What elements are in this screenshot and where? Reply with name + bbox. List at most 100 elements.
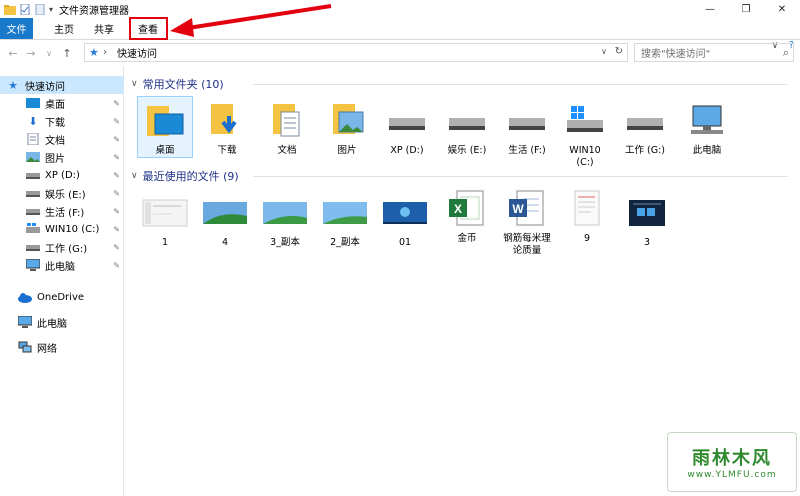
recent-item-4[interactable]: 4 bbox=[197, 192, 253, 249]
word-file-icon: W bbox=[509, 190, 544, 226]
maximize-button[interactable]: ❐ bbox=[728, 0, 764, 18]
tile-label: 9 bbox=[583, 233, 591, 244]
watermark-url: www.YLMFU.com bbox=[687, 470, 777, 480]
tab-file[interactable]: 文件 bbox=[0, 18, 33, 39]
recent-item-2-copy[interactable]: 2_副本 bbox=[317, 192, 373, 249]
tile-label: WIN10 (C:) bbox=[569, 145, 601, 168]
sidebar-item-onedrive[interactable]: OneDrive bbox=[0, 288, 124, 306]
breadcrumb-separator[interactable]: › bbox=[103, 47, 107, 58]
recent-item-01[interactable]: 01 bbox=[377, 192, 433, 249]
sidebar-item-label: 此电脑 bbox=[37, 318, 67, 330]
sidebar-item-drive-c[interactable]: WIN10 (C:) ✎ bbox=[0, 220, 124, 238]
navigation-pane: ★ 快速访问 桌面 ✎ ⬇ 下载 ✎ 文档 ✎ 图片 ✎ XP (D:) ✎ 娱… bbox=[0, 66, 124, 496]
sidebar-item-label: 下载 bbox=[45, 117, 65, 129]
sidebar-item-drive-f[interactable]: 生活 (F:) ✎ bbox=[0, 202, 124, 220]
tile-label: 图片 bbox=[337, 145, 357, 156]
pin-icon: ✎ bbox=[113, 170, 120, 180]
tab-home[interactable]: 主页 bbox=[45, 18, 83, 39]
drive-icon bbox=[627, 118, 663, 130]
sidebar-item-drive-d[interactable]: XP (D:) ✎ bbox=[0, 166, 124, 184]
drive-icon bbox=[509, 118, 545, 130]
frequent-item-drive-d[interactable]: XP (D:) bbox=[379, 100, 435, 157]
pin-icon: ✎ bbox=[113, 260, 120, 270]
recent-item-rebar[interactable]: W 钢筋每米理 论质量 bbox=[499, 188, 555, 257]
drive-icon bbox=[26, 245, 40, 251]
folder-pictures-icon bbox=[333, 104, 364, 134]
recent-locations-button[interactable]: ∨ bbox=[40, 43, 58, 63]
computer-icon bbox=[26, 259, 40, 271]
sidebar-item-downloads[interactable]: ⬇ 下载 ✎ bbox=[0, 112, 124, 130]
dark-screen-thumbnail-icon bbox=[629, 200, 665, 226]
computer-icon bbox=[18, 316, 32, 328]
tile-label: 金币 bbox=[457, 233, 477, 244]
tile-label: 生活 (F:) bbox=[508, 145, 546, 156]
frequent-item-this-pc[interactable]: 此电脑 bbox=[679, 100, 735, 157]
folder-desktop-icon bbox=[147, 106, 184, 136]
recent-item-9[interactable]: 9 bbox=[559, 188, 615, 245]
tile-label: XP (D:) bbox=[390, 145, 424, 156]
address-row: ← → ∨ ↑ ★ › 快速访问 ∨ ↻ 搜索"快速访问" ⌕ bbox=[0, 40, 800, 66]
pin-icon: ✎ bbox=[113, 242, 120, 252]
tile-label: 工作 (G:) bbox=[625, 145, 665, 156]
frequent-folders-header[interactable]: ∨ 常用文件夹 (10) bbox=[131, 76, 224, 92]
drive-icon bbox=[26, 173, 40, 179]
tile-label: 钢筋每米理 论质量 bbox=[503, 233, 551, 256]
sidebar-item-desktop[interactable]: 桌面 ✎ bbox=[0, 94, 124, 112]
sidebar-item-label: XP (D:) bbox=[45, 169, 80, 181]
sidebar-item-quick-access[interactable]: ★ 快速访问 bbox=[0, 76, 124, 94]
divider bbox=[253, 84, 788, 85]
frequent-item-desktop[interactable]: 桌面 bbox=[137, 100, 193, 157]
sidebar-item-label: 网络 bbox=[37, 343, 57, 355]
minimize-button[interactable]: — bbox=[692, 0, 728, 18]
forward-button[interactable]: → bbox=[22, 43, 40, 63]
folder-download-icon bbox=[211, 104, 237, 134]
recent-item-1[interactable]: 1 bbox=[137, 192, 193, 249]
frequent-item-drive-f[interactable]: 生活 (F:) bbox=[499, 100, 555, 157]
properties-icon[interactable] bbox=[19, 3, 31, 15]
title-bar: ▾ 文件资源管理器 — ❐ ✕ bbox=[0, 0, 800, 18]
view-tab-highlight-box bbox=[129, 17, 168, 40]
breadcrumb[interactable]: 快速访问 bbox=[117, 45, 157, 60]
sidebar-item-pictures[interactable]: 图片 ✎ bbox=[0, 148, 124, 166]
sidebar-item-documents[interactable]: 文档 ✎ bbox=[0, 130, 124, 148]
up-button[interactable]: ↑ bbox=[58, 43, 76, 63]
site-watermark-logo: 雨林木风 www.YLMFU.com bbox=[667, 432, 797, 492]
sidebar-item-label: WIN10 (C:) bbox=[45, 223, 100, 235]
frequent-item-pictures[interactable]: 图片 bbox=[319, 100, 375, 157]
address-dropdown-icon[interactable]: ∨ bbox=[601, 47, 607, 56]
sidebar-item-this-pc[interactable]: 此电脑 bbox=[0, 313, 124, 331]
quick-access-toolbar: ▾ bbox=[0, 3, 53, 15]
sidebar-item-network[interactable]: 网络 bbox=[0, 338, 124, 356]
frequent-item-drive-c[interactable]: WIN10 (C:) bbox=[557, 100, 613, 169]
customize-qa-icon[interactable]: ▾ bbox=[49, 5, 53, 14]
sidebar-item-drive-g[interactable]: 工作 (G:) ✎ bbox=[0, 238, 124, 256]
desktop-icon bbox=[26, 98, 40, 108]
recent-item-3[interactable]: 3 bbox=[619, 192, 675, 249]
document-icon bbox=[27, 133, 39, 145]
close-button[interactable]: ✕ bbox=[764, 0, 800, 18]
recent-item-gold[interactable]: X 金币 bbox=[439, 188, 495, 245]
star-icon: ★ bbox=[8, 78, 18, 92]
pin-icon: ✎ bbox=[113, 134, 120, 144]
ribbon-tabs: 文件 主页 共享 查看 ∨ ? bbox=[0, 18, 800, 51]
landscape-thumbnail-icon bbox=[203, 202, 247, 224]
recent-files-header[interactable]: ∨ 最近使用的文件 (9) bbox=[131, 168, 239, 184]
pin-icon: ✎ bbox=[113, 206, 120, 216]
win7-thumbnail-icon bbox=[383, 202, 427, 224]
back-button[interactable]: ← bbox=[4, 43, 22, 63]
drive-icon bbox=[449, 118, 485, 130]
folder-icon[interactable] bbox=[4, 4, 16, 15]
search-input[interactable]: 搜索"快速访问" ⌕ bbox=[634, 43, 794, 62]
frequent-item-drive-e[interactable]: 娱乐 (E:) bbox=[439, 100, 495, 157]
frequent-item-downloads[interactable]: 下载 bbox=[199, 100, 255, 157]
address-bar[interactable]: ★ › 快速访问 ∨ ↻ bbox=[84, 43, 628, 62]
annotation-arrow bbox=[170, 4, 332, 37]
refresh-icon[interactable]: ↻ bbox=[615, 46, 623, 57]
recent-item-3-copy[interactable]: 3_副本 bbox=[257, 192, 313, 249]
frequent-item-drive-g[interactable]: 工作 (G:) bbox=[617, 100, 673, 157]
sidebar-item-drive-e[interactable]: 娱乐 (E:) ✎ bbox=[0, 184, 124, 202]
new-folder-icon[interactable] bbox=[34, 3, 46, 15]
tab-share[interactable]: 共享 bbox=[83, 18, 125, 39]
frequent-item-documents[interactable]: 文档 bbox=[259, 100, 315, 157]
sidebar-item-this-pc-pinned[interactable]: 此电脑 ✎ bbox=[0, 256, 124, 274]
